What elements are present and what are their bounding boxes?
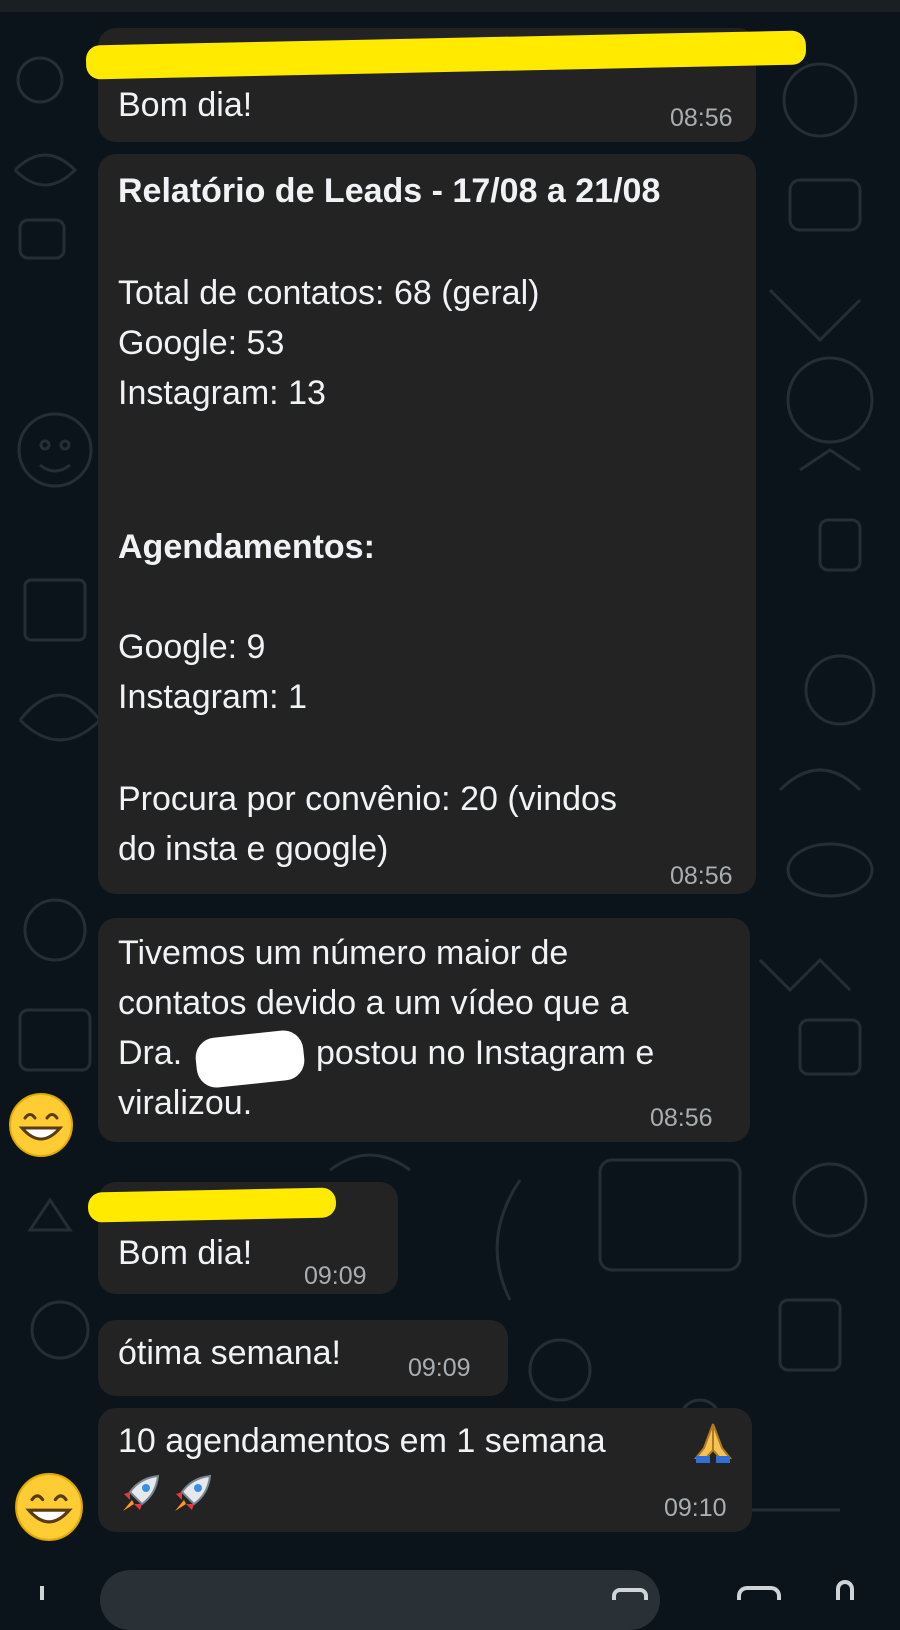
report-subtitle: Agendamentos:	[118, 528, 375, 566]
message-text: ótima semana!	[118, 1334, 341, 1372]
report-line: do insta e google)	[118, 830, 389, 868]
sender-name-redaction	[87, 1187, 337, 1223]
message-text: Bom dia!	[118, 1234, 253, 1272]
report-line: Procura por convênio: 20 (vindos	[118, 780, 617, 818]
rocket-icon	[170, 1470, 216, 1516]
grinning-face-icon[interactable]	[14, 1472, 84, 1542]
report-line: Total de contatos: 68 (geral)	[118, 274, 540, 312]
rocket-icon	[118, 1470, 164, 1516]
message-time: 09:10	[664, 1494, 727, 1522]
folded-hands-icon	[690, 1418, 736, 1464]
report-line: Instagram: 13	[118, 374, 326, 412]
plus-icon[interactable]	[34, 1586, 50, 1600]
message-bubble[interactable]: ótima semana! 09:09	[98, 1320, 508, 1396]
message-text: contatos devido a um vídeo que a	[118, 984, 629, 1022]
microphone-icon[interactable]	[836, 1580, 854, 1600]
message-text: Dra.	[118, 1034, 183, 1072]
message-text: 10 agendamentos em 1 semana	[118, 1422, 606, 1460]
message-text: postou no Instagram e	[316, 1034, 655, 1072]
camera-icon[interactable]	[737, 1586, 781, 1600]
sender-name-redaction	[85, 30, 807, 80]
message-bubble[interactable]: Tivemos um número maior de contatos devi…	[98, 918, 750, 1142]
message-bubble[interactable]: Relatório de Leads - 17/08 a 21/08 Total…	[98, 154, 756, 894]
message-time: 08:56	[650, 1104, 713, 1132]
status-strip	[0, 0, 900, 12]
message-bubble[interactable]: Bom dia! 08:56	[85, 28, 807, 142]
report-line: Google: 53	[118, 324, 285, 362]
message-text: Tivemos um número maior de	[118, 934, 569, 972]
message-time: 09:09	[408, 1354, 471, 1382]
report-line: Instagram: 1	[118, 678, 307, 716]
message-time: 09:09	[304, 1262, 367, 1290]
message-time: 08:56	[670, 862, 733, 890]
message-text: Bom dia!	[118, 86, 253, 124]
report-line: Google: 9	[118, 628, 266, 666]
message-input[interactable]	[100, 1570, 660, 1630]
report-title: Relatório de Leads - 17/08 a 21/08	[118, 172, 661, 210]
message-bubble[interactable]: 10 agendamentos em 1 semana 09:10	[98, 1408, 752, 1532]
sticker-icon[interactable]	[612, 1588, 648, 1600]
message-time: 08:56	[670, 104, 733, 132]
message-text: viralizou.	[118, 1084, 253, 1122]
message-bubble[interactable]: Bom dia! 09:09	[87, 1182, 398, 1294]
grinning-face-icon[interactable]	[8, 1092, 74, 1158]
